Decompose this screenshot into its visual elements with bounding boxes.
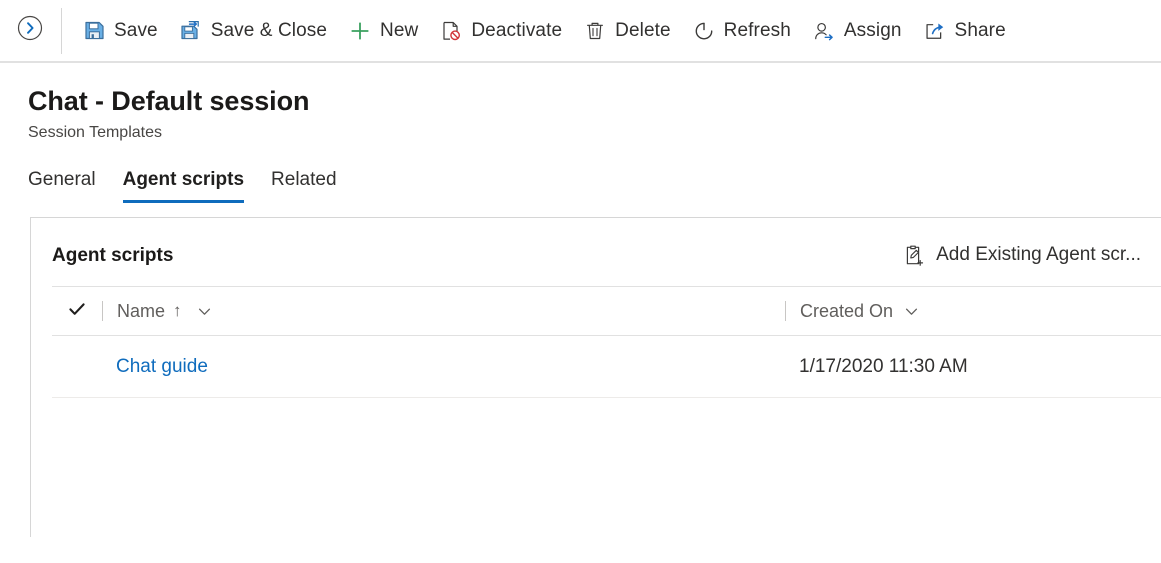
column-header-created-on[interactable]: Created On	[786, 287, 1161, 335]
save-button[interactable]: Save	[72, 9, 169, 53]
row-name-link[interactable]: Chat guide	[116, 355, 208, 378]
trash-icon	[584, 20, 606, 42]
refresh-button[interactable]: Refresh	[682, 9, 802, 53]
share-button[interactable]: Share	[913, 9, 1017, 53]
refresh-icon	[693, 20, 715, 42]
tab-related[interactable]: Related	[271, 169, 337, 203]
chevron-right-circle-icon	[17, 15, 43, 46]
delete-button[interactable]: Delete	[573, 9, 682, 53]
select-all-checkbox[interactable]	[52, 299, 102, 324]
assign-button-label: Assign	[843, 19, 902, 41]
agent-scripts-grid: Name ↑ Created On Chat guide 1/17/2020 1…	[52, 286, 1161, 398]
chevron-down-icon[interactable]	[903, 303, 920, 320]
column-header-name-label: Name	[117, 301, 166, 321]
deactivate-page-icon	[440, 20, 462, 42]
page-subtitle: Session Templates	[28, 124, 162, 141]
table-row[interactable]: Chat guide 1/17/2020 11:30 AM	[52, 336, 1161, 398]
save-floppy-icon	[83, 20, 105, 42]
page-title: Chat - Default session	[28, 86, 310, 116]
column-header-created-on-label: Created On	[800, 301, 894, 321]
deactivate-button[interactable]: Deactivate	[429, 9, 573, 53]
tab-strip: General Agent scripts Related	[0, 165, 1161, 203]
cell-name: Chat guide	[102, 355, 785, 378]
section-title: Agent scripts	[52, 244, 174, 266]
save-and-close-button[interactable]: Save & Close	[169, 9, 338, 53]
back-button[interactable]	[12, 13, 48, 49]
delete-button-label: Delete	[615, 19, 671, 41]
deactivate-button-label: Deactivate	[471, 19, 563, 41]
sort-ascending-icon: ↑	[173, 301, 182, 320]
tab-general[interactable]: General	[28, 169, 96, 203]
refresh-button-label: Refresh	[723, 19, 791, 41]
add-existing-agent-script-button[interactable]: Add Existing Agent scr...	[903, 243, 1161, 267]
assign-button[interactable]: Assign	[802, 9, 913, 53]
page-heading: Chat - Default session Session Templates	[0, 63, 1161, 143]
chevron-down-icon[interactable]	[196, 303, 213, 320]
checkmark-icon	[67, 299, 87, 324]
column-header-name[interactable]: Name ↑	[103, 287, 785, 335]
agent-scripts-card: Agent scripts Add Existing Agent scr...	[30, 217, 1161, 537]
share-button-label: Share	[954, 19, 1006, 41]
save-and-close-button-label: Save & Close	[210, 19, 328, 41]
card-header: Agent scripts Add Existing Agent scr...	[31, 218, 1161, 272]
plus-icon	[349, 20, 371, 42]
new-button-label: New	[380, 19, 419, 41]
save-button-label: Save	[114, 19, 158, 41]
grid-header-row: Name ↑ Created On	[52, 286, 1161, 336]
save-and-close-icon	[180, 20, 202, 42]
assign-person-icon	[813, 20, 835, 42]
toolbar-divider	[61, 7, 62, 54]
share-icon	[924, 20, 946, 42]
command-bar: Save Save & Close New Deactivate Delete …	[0, 0, 1161, 63]
add-existing-agent-script-label: Add Existing Agent scr...	[936, 244, 1141, 265]
new-button[interactable]: New	[338, 9, 429, 53]
tab-agent-scripts[interactable]: Agent scripts	[122, 169, 245, 203]
cell-created-on: 1/17/2020 11:30 AM	[799, 356, 968, 377]
add-existing-clipboard-icon	[903, 243, 925, 267]
